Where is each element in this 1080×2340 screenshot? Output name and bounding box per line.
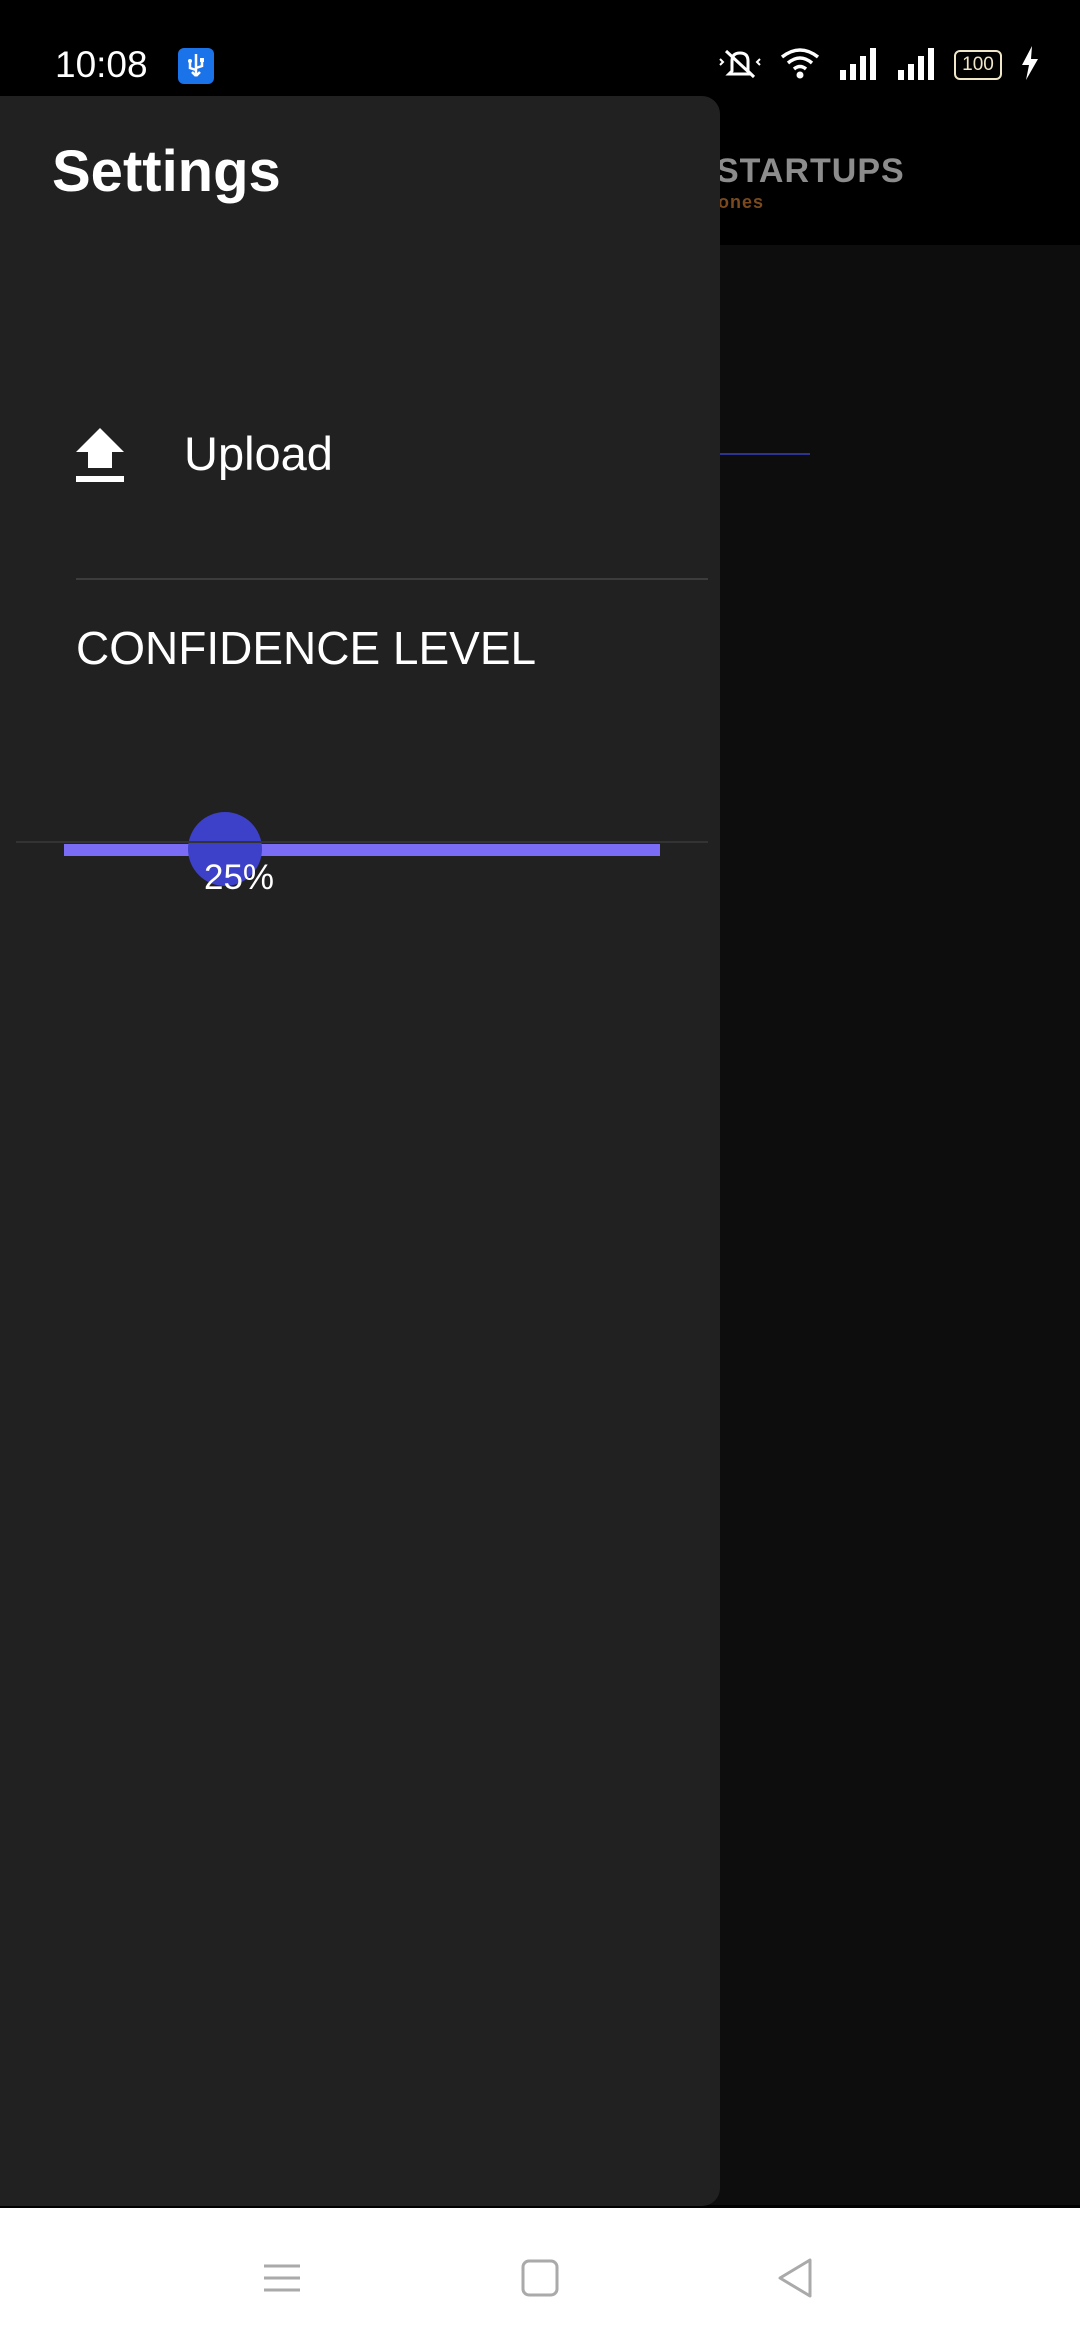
drawer-title: Settings xyxy=(52,139,281,204)
confidence-level-label: CONFIDENCE LEVEL xyxy=(76,622,537,674)
settings-drawer: Settings Upload CONFIDENCE LEVEL 25% xyxy=(0,96,720,2206)
upload-menu-item[interactable]: Upload xyxy=(0,396,720,516)
system-nav-bar xyxy=(0,2208,1080,2340)
signal-icon xyxy=(896,46,936,85)
mute-icon xyxy=(718,45,762,86)
drawer-divider xyxy=(76,578,708,580)
brand-subtitle: ones xyxy=(718,192,765,212)
status-time: 10:08 xyxy=(55,44,148,85)
slider-divider xyxy=(16,841,708,843)
divider xyxy=(720,453,810,455)
confidence-value: 25% xyxy=(204,858,275,897)
slider-track[interactable] xyxy=(64,844,660,856)
brand-title: STARTUPS xyxy=(716,152,905,190)
battery-icon: 100 xyxy=(954,50,1002,80)
confidence-slider[interactable] xyxy=(64,802,660,892)
wifi-icon xyxy=(780,45,820,86)
usb-debug-icon xyxy=(178,48,214,84)
upload-icon xyxy=(72,426,128,484)
upload-label: Upload xyxy=(184,427,333,480)
status-bar: 10:08 100 xyxy=(0,0,1080,100)
signal-icon xyxy=(838,46,878,85)
charging-icon xyxy=(1020,45,1040,85)
menu-icon[interactable] xyxy=(252,2248,312,2308)
back-icon[interactable] xyxy=(766,2248,826,2308)
home-icon[interactable] xyxy=(510,2248,570,2308)
